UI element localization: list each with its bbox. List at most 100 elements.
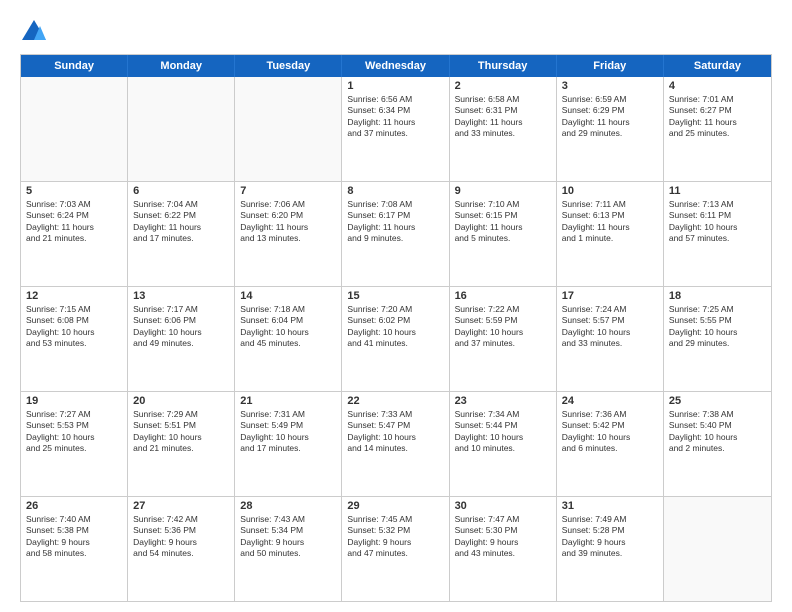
cal-cell: 14 Sunrise: 7:18 AM Sunset: 6:04 PM Dayli… (235, 287, 342, 391)
cell-text: Sunrise: 7:49 AM Sunset: 5:28 PM Dayligh… (562, 514, 658, 560)
cal-cell: 21 Sunrise: 7:31 AM Sunset: 5:49 PM Dayli… (235, 392, 342, 496)
cell-text: Sunrise: 6:58 AM Sunset: 6:31 PM Dayligh… (455, 94, 551, 140)
cell-text: Sunrise: 7:31 AM Sunset: 5:49 PM Dayligh… (240, 409, 336, 455)
cal-cell: 16 Sunrise: 7:22 AM Sunset: 5:59 PM Dayli… (450, 287, 557, 391)
cal-cell: 30Sunrise: 7:47 AM Sunset: 5:30 PM Dayli… (450, 497, 557, 601)
day-number: 4 (669, 80, 766, 92)
cal-cell (235, 77, 342, 181)
cell-text: Sunrise: 7:13 AM Sunset: 6:11 PM Dayligh… (669, 199, 766, 245)
day-number: 13 (133, 290, 229, 302)
calendar-row-3: 19 Sunrise: 7:27 AM Sunset: 5:53 PM Dayli… (21, 391, 771, 496)
header-day-wednesday: Wednesday (342, 55, 449, 77)
day-number: 16 (455, 290, 551, 302)
cell-text: Sunrise: 7:08 AM Sunset: 6:17 PM Dayligh… (347, 199, 443, 245)
cell-text: Sunrise: 7:22 AM Sunset: 5:59 PM Dayligh… (455, 304, 551, 350)
calendar-body: 1 Sunrise: 6:56 AM Sunset: 6:34 PM Daylig… (21, 77, 771, 601)
day-number: 31 (562, 500, 658, 512)
calendar: SundayMondayTuesdayWednesdayThursdayFrid… (20, 54, 772, 602)
cal-cell: 6Sunrise: 7:04 AM Sunset: 6:22 PM Daylig… (128, 182, 235, 286)
logo (20, 18, 52, 46)
cell-text: Sunrise: 7:33 AM Sunset: 5:47 PM Dayligh… (347, 409, 443, 455)
cell-text: Sunrise: 7:20 AM Sunset: 6:02 PM Dayligh… (347, 304, 443, 350)
day-number: 1 (347, 80, 443, 92)
cell-text: Sunrise: 7:11 AM Sunset: 6:13 PM Dayligh… (562, 199, 658, 245)
header-day-friday: Friday (557, 55, 664, 77)
day-number: 14 (240, 290, 336, 302)
cal-cell: 25Sunrise: 7:38 AM Sunset: 5:40 PM Dayli… (664, 392, 771, 496)
day-number: 9 (455, 185, 551, 197)
cal-cell: 28Sunrise: 7:43 AM Sunset: 5:34 PM Dayli… (235, 497, 342, 601)
cal-cell: 23 Sunrise: 7:34 AM Sunset: 5:44 PM Dayli… (450, 392, 557, 496)
cal-cell: 20 Sunrise: 7:29 AM Sunset: 5:51 PM Dayli… (128, 392, 235, 496)
cell-text: Sunrise: 7:25 AM Sunset: 5:55 PM Dayligh… (669, 304, 766, 350)
cal-cell: 22Sunrise: 7:33 AM Sunset: 5:47 PM Dayli… (342, 392, 449, 496)
cell-text: Sunrise: 7:43 AM Sunset: 5:34 PM Dayligh… (240, 514, 336, 560)
cal-cell: 27Sunrise: 7:42 AM Sunset: 5:36 PM Dayli… (128, 497, 235, 601)
cal-cell: 31 Sunrise: 7:49 AM Sunset: 5:28 PM Dayli… (557, 497, 664, 601)
header (20, 18, 772, 46)
day-number: 20 (133, 395, 229, 407)
cal-cell: 17 Sunrise: 7:24 AM Sunset: 5:57 PM Dayli… (557, 287, 664, 391)
header-day-monday: Monday (128, 55, 235, 77)
day-number: 5 (26, 185, 122, 197)
cell-text: Sunrise: 7:06 AM Sunset: 6:20 PM Dayligh… (240, 199, 336, 245)
day-number: 11 (669, 185, 766, 197)
day-number: 24 (562, 395, 658, 407)
day-number: 17 (562, 290, 658, 302)
day-number: 27 (133, 500, 229, 512)
day-number: 8 (347, 185, 443, 197)
cal-cell (128, 77, 235, 181)
day-number: 10 (562, 185, 658, 197)
day-number: 15 (347, 290, 443, 302)
calendar-header: SundayMondayTuesdayWednesdayThursdayFrid… (21, 55, 771, 77)
day-number: 2 (455, 80, 551, 92)
header-day-saturday: Saturday (664, 55, 771, 77)
cell-text: Sunrise: 7:18 AM Sunset: 6:04 PM Dayligh… (240, 304, 336, 350)
cal-cell: 3 Sunrise: 6:59 AM Sunset: 6:29 PM Daylig… (557, 77, 664, 181)
cal-cell: 10 Sunrise: 7:11 AM Sunset: 6:13 PM Dayli… (557, 182, 664, 286)
cell-text: Sunrise: 7:45 AM Sunset: 5:32 PM Dayligh… (347, 514, 443, 560)
cal-cell: 26Sunrise: 7:40 AM Sunset: 5:38 PM Dayli… (21, 497, 128, 601)
day-number: 19 (26, 395, 122, 407)
cell-text: Sunrise: 7:34 AM Sunset: 5:44 PM Dayligh… (455, 409, 551, 455)
cell-text: Sunrise: 7:29 AM Sunset: 5:51 PM Dayligh… (133, 409, 229, 455)
cal-cell: 4Sunrise: 7:01 AM Sunset: 6:27 PM Daylig… (664, 77, 771, 181)
header-day-thursday: Thursday (450, 55, 557, 77)
logo-icon (20, 18, 48, 46)
cell-text: Sunrise: 6:56 AM Sunset: 6:34 PM Dayligh… (347, 94, 443, 140)
cal-cell: 5Sunrise: 7:03 AM Sunset: 6:24 PM Daylig… (21, 182, 128, 286)
day-number: 6 (133, 185, 229, 197)
cal-cell: 11 Sunrise: 7:13 AM Sunset: 6:11 PM Dayli… (664, 182, 771, 286)
cell-text: Sunrise: 6:59 AM Sunset: 6:29 PM Dayligh… (562, 94, 658, 140)
cal-cell: 9 Sunrise: 7:10 AM Sunset: 6:15 PM Daylig… (450, 182, 557, 286)
cell-text: Sunrise: 7:47 AM Sunset: 5:30 PM Dayligh… (455, 514, 551, 560)
cal-cell: 15 Sunrise: 7:20 AM Sunset: 6:02 PM Dayli… (342, 287, 449, 391)
cell-text: Sunrise: 7:24 AM Sunset: 5:57 PM Dayligh… (562, 304, 658, 350)
cal-cell: 24Sunrise: 7:36 AM Sunset: 5:42 PM Dayli… (557, 392, 664, 496)
cell-text: Sunrise: 7:38 AM Sunset: 5:40 PM Dayligh… (669, 409, 766, 455)
day-number: 23 (455, 395, 551, 407)
cal-cell: 1 Sunrise: 6:56 AM Sunset: 6:34 PM Daylig… (342, 77, 449, 181)
cell-text: Sunrise: 7:15 AM Sunset: 6:08 PM Dayligh… (26, 304, 122, 350)
day-number: 7 (240, 185, 336, 197)
day-number: 12 (26, 290, 122, 302)
cal-cell (664, 497, 771, 601)
cal-cell: 2 Sunrise: 6:58 AM Sunset: 6:31 PM Daylig… (450, 77, 557, 181)
day-number: 18 (669, 290, 766, 302)
cell-text: Sunrise: 7:27 AM Sunset: 5:53 PM Dayligh… (26, 409, 122, 455)
cal-cell: 29 Sunrise: 7:45 AM Sunset: 5:32 PM Dayli… (342, 497, 449, 601)
cal-cell: 13 Sunrise: 7:17 AM Sunset: 6:06 PM Dayli… (128, 287, 235, 391)
cell-text: Sunrise: 7:10 AM Sunset: 6:15 PM Dayligh… (455, 199, 551, 245)
calendar-row-4: 26Sunrise: 7:40 AM Sunset: 5:38 PM Dayli… (21, 496, 771, 601)
cal-cell: 18 Sunrise: 7:25 AM Sunset: 5:55 PM Dayli… (664, 287, 771, 391)
day-number: 29 (347, 500, 443, 512)
cell-text: Sunrise: 7:17 AM Sunset: 6:06 PM Dayligh… (133, 304, 229, 350)
day-number: 21 (240, 395, 336, 407)
cell-text: Sunrise: 7:40 AM Sunset: 5:38 PM Dayligh… (26, 514, 122, 560)
cal-cell: 7 Sunrise: 7:06 AM Sunset: 6:20 PM Daylig… (235, 182, 342, 286)
calendar-row-0: 1 Sunrise: 6:56 AM Sunset: 6:34 PM Daylig… (21, 77, 771, 181)
day-number: 3 (562, 80, 658, 92)
cal-cell (21, 77, 128, 181)
cal-cell: 19 Sunrise: 7:27 AM Sunset: 5:53 PM Dayli… (21, 392, 128, 496)
header-day-sunday: Sunday (21, 55, 128, 77)
